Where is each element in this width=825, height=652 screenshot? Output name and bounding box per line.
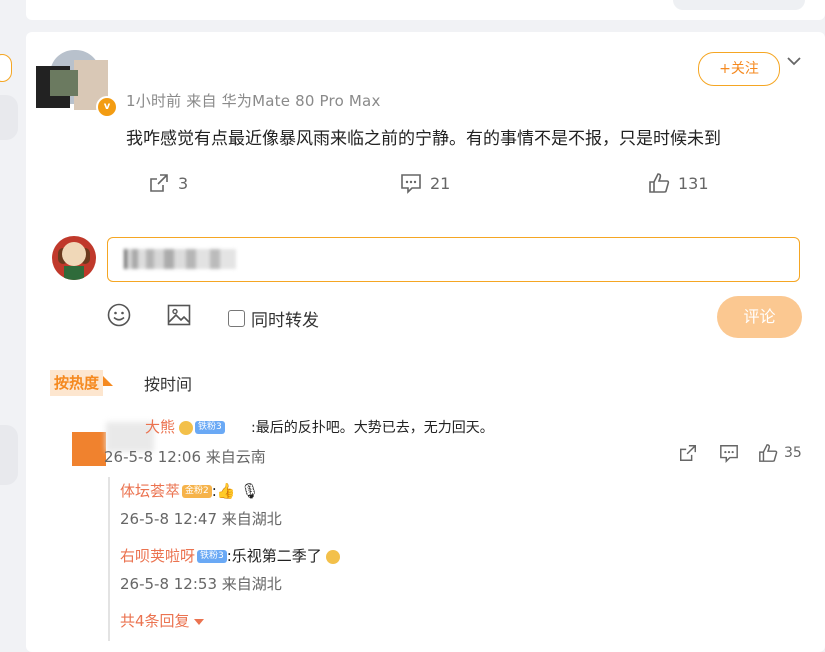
chevron-down-icon[interactable] [785,52,803,70]
comment-repost-button[interactable] [678,443,698,463]
comment-time: 26-5-8 12:06 来自云南 [104,448,266,466]
previous-post-action-pill[interactable] [673,0,805,10]
fan-badge: 金粉2 [182,485,212,498]
reply-user[interactable]: 右呗荚啦呀 [120,547,195,565]
comment-reply-button[interactable] [719,443,739,463]
reply-user[interactable]: 体坛荟萃 [120,482,180,500]
reply-time: 26-5-8 12:53 来自湖北 [120,575,282,593]
reply-text: :👍 🎙 [211,482,260,500]
like-count: 131 [678,173,709,193]
repost-button[interactable]: 3 [148,172,188,194]
image-icon[interactable] [166,302,192,328]
sort-by-hot-tab[interactable]: 按热度 [50,370,114,396]
fan-emoji-icon [179,420,194,435]
repost-checkbox-label: 同时转发 [251,311,319,331]
comment-count: 21 [430,173,451,193]
like-icon [649,173,670,193]
reply-item: 体坛荟萃 金粉2:👍 🎙 [120,480,259,501]
post-meta: 1小时前 来自 华为Mate 80 Pro Max [126,92,381,110]
comment-like-count: 35 [784,445,802,461]
repost-checkbox[interactable]: 同时转发 [228,306,319,331]
commenter-name-row: 大熊 铁粉3 [145,416,225,437]
comment-button[interactable]: 21 [400,172,450,194]
fan-badge: 铁粉3 [197,550,227,563]
previous-post-card [26,0,825,20]
doge-emoji-icon [325,549,340,564]
submit-comment-button[interactable]: 评论 [717,296,802,338]
left-side-decoration [0,95,18,140]
left-side-tab[interactable] [0,54,12,82]
like-icon [759,444,778,462]
comment-like-button[interactable]: 35 [758,443,802,463]
post-text: 我咋感觉有点最近像暴风雨来临之前的宁静。有的事情不是不报，只是时候未到 [126,129,721,149]
commenter-name[interactable]: 大熊 [145,418,175,436]
repost-icon [680,445,696,461]
comment-input-draft [124,249,236,269]
left-side-decoration [0,425,18,485]
reply-time: 26-5-8 12:47 来自湖北 [120,510,282,528]
repost-icon [150,174,168,192]
comment-text: :最后的反扑吧。大势已去，无力回天。 [251,420,494,436]
reply-item: 右呗荚啦呀 铁粉3:乐视第二季了 [120,545,340,566]
comment-icon [401,174,421,194]
comment-icon [720,445,738,463]
reply-text: :乐视第二季了 [226,547,322,565]
my-avatar[interactable] [52,236,96,280]
follow-button[interactable]: +关注 [698,52,780,86]
like-button[interactable]: 131 [648,172,709,194]
repost-count: 3 [178,173,189,193]
fan-badge: 铁粉3 [195,421,225,434]
emoji-icon[interactable] [106,302,132,328]
commenter-avatar[interactable] [72,432,106,466]
sort-by-time-tab[interactable]: 按时间 [144,371,192,395]
more-replies-link[interactable]: 共4条回复 [120,610,204,631]
verified-icon: v [96,96,118,118]
checkbox-box[interactable] [228,310,245,327]
